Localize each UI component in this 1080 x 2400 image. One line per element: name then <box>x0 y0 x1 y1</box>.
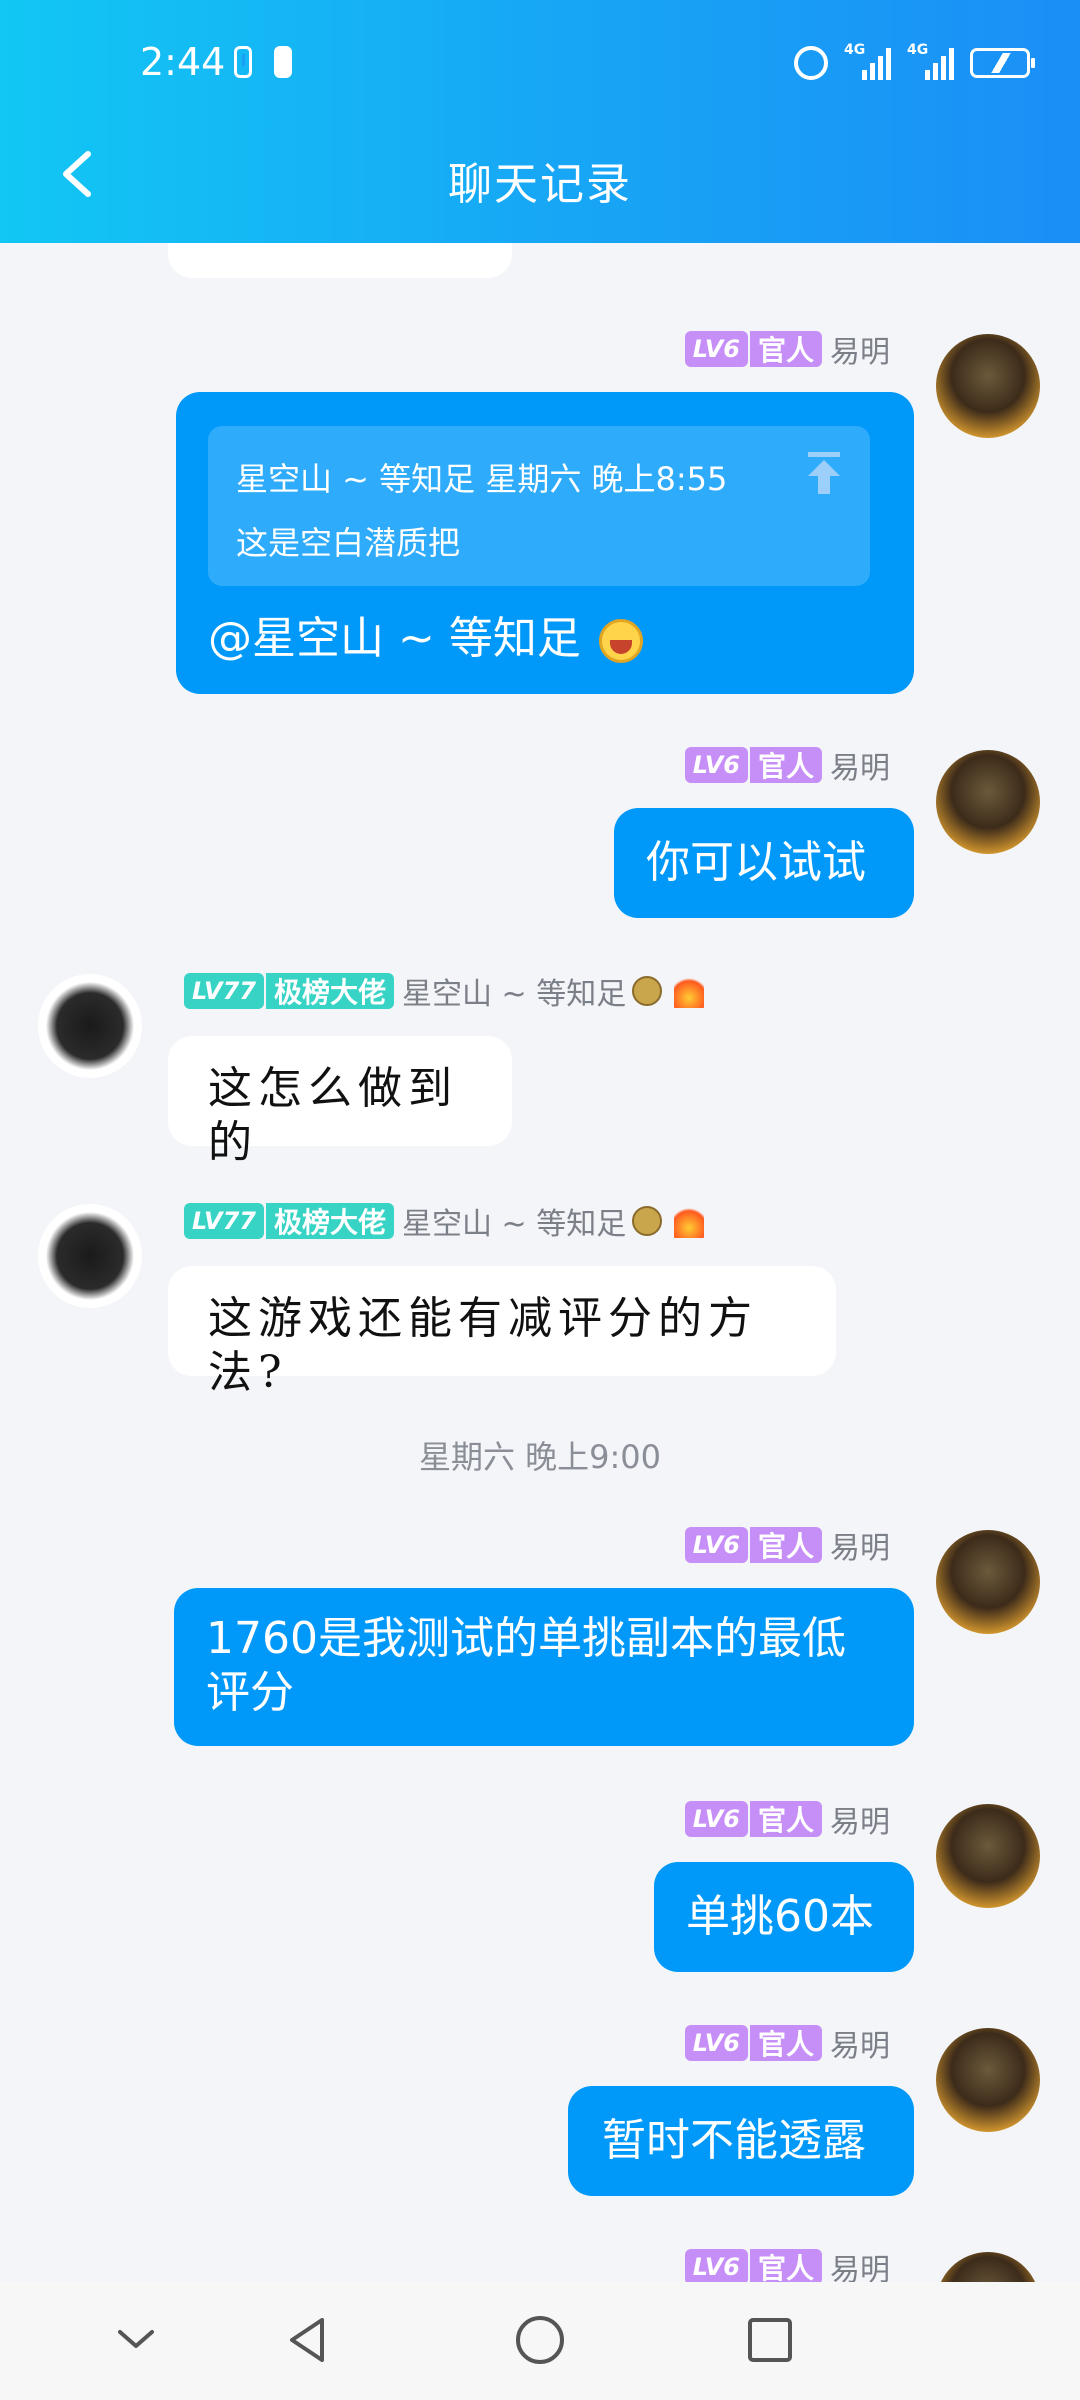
sender-name: 易明 <box>830 751 890 786</box>
message-bubble[interactable]: 这怎么做到的 <box>168 1036 512 1168</box>
title-badge: 官人 <box>749 1801 822 1837</box>
message-bubble-quote[interactable]: 星空山 ~ 等知足 星期六 晚上8:55 这是空白潜质把 @星空山 ~ 等知足 <box>176 392 914 694</box>
title-badge: 极榜大佬 <box>265 1203 394 1239</box>
status-time: 2:44 <box>140 40 226 84</box>
message-text: @星空山 ~ 等知足 <box>208 613 581 664</box>
title-badge: 官人 <box>749 747 822 783</box>
sender-name: 易明 <box>830 2029 890 2064</box>
quoted-message[interactable]: 星空山 ~ 等知足 星期六 晚上8:55 这是空白潜质把 <box>208 426 870 586</box>
title-badge: 官人 <box>749 1527 822 1563</box>
status-left-icons <box>234 46 292 78</box>
sender-meta: LV6 官人 易明 <box>684 746 890 786</box>
level-badge: LV6 <box>684 1527 748 1563</box>
level-badge: LV6 <box>684 747 748 783</box>
avatar[interactable] <box>936 1804 1040 1908</box>
sender-name: 星空山 ~ 等知足 <box>401 977 627 1012</box>
sender-name: 星空山 ~ 等知足 <box>401 1207 627 1242</box>
avatar[interactable] <box>936 750 1040 854</box>
level-badge: LV6 <box>684 2025 748 2061</box>
medal-icon <box>632 1206 663 1236</box>
chevron-down-icon[interactable] <box>106 2310 166 2370</box>
app-header: 2:44 4G 4G 聊天记录 <box>0 0 1080 243</box>
sender-meta: LV6 官人 易明 <box>684 2024 890 2064</box>
system-nav-bar <box>0 2282 1080 2400</box>
status-right-icons: 4G 4G <box>794 42 1035 80</box>
jump-to-top-icon[interactable] <box>806 452 842 494</box>
message-timestamp: 星期六 晚上9:00 <box>418 1438 662 1476</box>
medal-icon <box>632 976 663 1006</box>
avatar[interactable] <box>38 1204 142 1308</box>
signal-icon-2: 4G <box>907 42 954 80</box>
message-bubble[interactable]: 1760是我测试的单挑副本的最低评分 <box>174 1588 914 1746</box>
alarm-icon <box>794 46 828 80</box>
message-text: 单挑60本 <box>686 1891 874 1942</box>
home-circle-icon[interactable] <box>510 2310 570 2370</box>
message-text: 这怎么做到的 <box>208 1063 458 1168</box>
level-badge: LV6 <box>684 1801 748 1837</box>
avatar[interactable] <box>38 974 142 1078</box>
page-title: 聊天记录 <box>448 159 632 210</box>
level-badge: LV77 <box>184 973 264 1009</box>
fire-icon <box>674 1204 705 1238</box>
title-badge: 官人 <box>749 2025 822 2061</box>
sender-meta: LV6 官人 易明 <box>684 1526 890 1566</box>
avatar[interactable] <box>936 2028 1040 2132</box>
level-badge: LV6 <box>684 2249 748 2285</box>
message-bubble[interactable]: 这游戏还能有减评分的方法? <box>168 1266 836 1398</box>
level-badge: LV77 <box>184 1203 264 1239</box>
sender-meta: LV6 官人 易明 <box>684 330 890 370</box>
quote-header: 星空山 ~ 等知足 星期六 晚上8:55 <box>236 460 728 498</box>
title-badge: 官人 <box>749 331 822 367</box>
quote-body: 这是空白潜质把 <box>236 524 461 562</box>
sender-name: 易明 <box>830 1805 890 1840</box>
message-text: 1760是我测试的单挑副本的最低评分 <box>206 1613 846 1718</box>
avatar[interactable] <box>936 334 1040 438</box>
avatar[interactable] <box>936 1530 1040 1634</box>
battery-charging-icon <box>970 48 1035 78</box>
grin-emoji-icon <box>598 619 643 663</box>
alert-icon <box>234 46 252 78</box>
sender-meta: LV6 官人 易明 <box>684 2248 890 2288</box>
sender-meta: LV77 极榜大佬 星空山 ~ 等知足 <box>184 972 705 1012</box>
signal-icon: 4G <box>844 42 891 80</box>
level-badge: LV6 <box>684 331 748 367</box>
message-bubble[interactable]: 暂时不能透露 <box>568 2086 914 2196</box>
sender-name: 易明 <box>830 335 890 370</box>
back-triangle-icon[interactable] <box>278 2310 338 2370</box>
message-text: 暂时不能透露 <box>602 2115 866 2166</box>
message-text: 你可以试试 <box>646 837 866 888</box>
battery-saver-icon <box>274 46 292 78</box>
title-badge: 官人 <box>749 2249 822 2285</box>
fire-icon <box>674 974 705 1008</box>
sender-name: 易明 <box>830 1531 890 1566</box>
message-bubble[interactable]: 你可以试试 <box>614 808 914 918</box>
sender-meta: LV6 官人 易明 <box>684 1800 890 1840</box>
title-badge: 极榜大佬 <box>265 973 394 1009</box>
recents-square-icon[interactable] <box>740 2310 800 2370</box>
sender-meta: LV77 极榜大佬 星空山 ~ 等知足 <box>184 1202 705 1242</box>
message-bubble[interactable]: 单挑60本 <box>654 1862 914 1972</box>
message-text: 这游戏还能有减评分的方法? <box>208 1293 758 1398</box>
